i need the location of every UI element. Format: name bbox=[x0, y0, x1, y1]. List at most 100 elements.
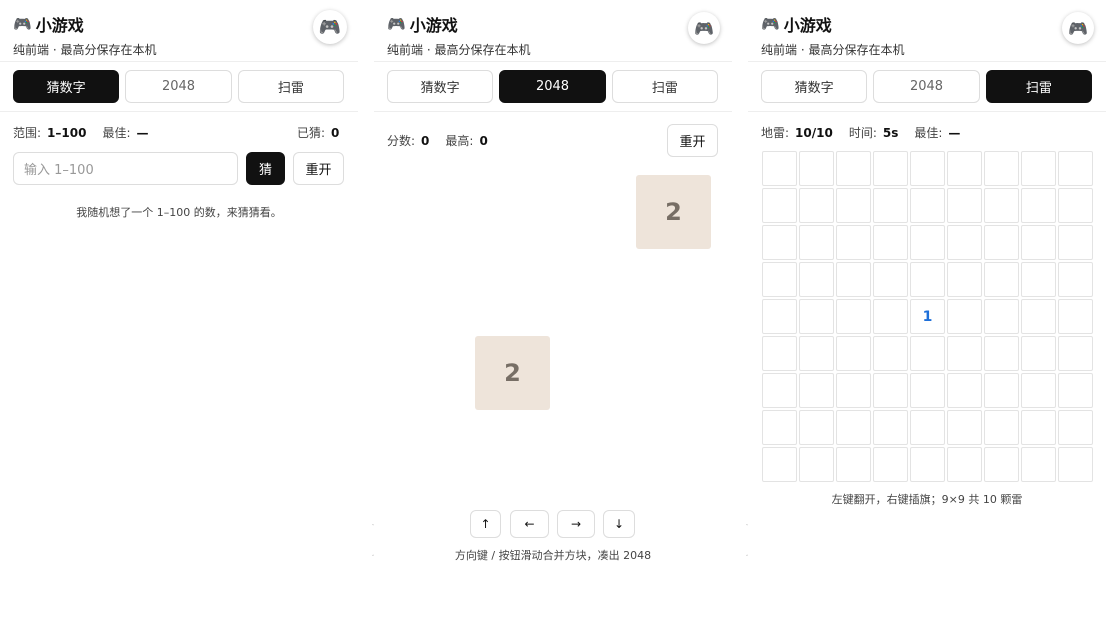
mine-cell[interactable] bbox=[873, 336, 908, 371]
mine-cell[interactable] bbox=[984, 336, 1019, 371]
arrow-left-button[interactable]: ← bbox=[510, 510, 549, 538]
mine-cell[interactable] bbox=[984, 373, 1019, 408]
mine-cell[interactable] bbox=[836, 262, 871, 297]
mine-cell[interactable] bbox=[1058, 447, 1093, 482]
mine-cell[interactable] bbox=[947, 151, 982, 186]
mine-cell[interactable] bbox=[984, 299, 1019, 334]
mine-cell[interactable] bbox=[910, 262, 945, 297]
arrow-up-button[interactable]: ↑ bbox=[470, 510, 501, 538]
mine-cell[interactable] bbox=[1021, 447, 1056, 482]
mine-cell[interactable] bbox=[1058, 151, 1093, 186]
mine-cell[interactable] bbox=[1058, 299, 1093, 334]
tab-guess-number[interactable]: 猜数字 bbox=[387, 70, 494, 103]
mine-cell[interactable] bbox=[836, 151, 871, 186]
mine-cell[interactable] bbox=[762, 410, 797, 445]
mine-cell[interactable] bbox=[873, 373, 908, 408]
mine-cell[interactable] bbox=[836, 447, 871, 482]
mine-cell[interactable] bbox=[799, 410, 834, 445]
mine-cell[interactable] bbox=[947, 225, 982, 260]
mine-cell[interactable] bbox=[1058, 225, 1093, 260]
tab-guess-number[interactable]: 猜数字 bbox=[761, 70, 868, 103]
mine-cell[interactable] bbox=[984, 188, 1019, 223]
mine-cell[interactable] bbox=[762, 262, 797, 297]
mine-cell[interactable] bbox=[799, 447, 834, 482]
mine-cell[interactable] bbox=[836, 225, 871, 260]
mine-cell[interactable] bbox=[984, 225, 1019, 260]
mine-cell[interactable] bbox=[947, 299, 982, 334]
mine-cell[interactable] bbox=[1058, 262, 1093, 297]
mine-cell[interactable] bbox=[799, 299, 834, 334]
mine-cell[interactable] bbox=[799, 373, 834, 408]
mine-cell[interactable] bbox=[1058, 410, 1093, 445]
mine-cell[interactable] bbox=[947, 262, 982, 297]
mine-cell[interactable] bbox=[910, 151, 945, 186]
mine-cell[interactable] bbox=[1021, 188, 1056, 223]
mine-cell[interactable] bbox=[1058, 373, 1093, 408]
mine-cell[interactable] bbox=[910, 225, 945, 260]
tab-minesweeper[interactable]: 扫雷 bbox=[237, 70, 344, 103]
mine-cell[interactable] bbox=[873, 262, 908, 297]
mine-cell[interactable] bbox=[1058, 188, 1093, 223]
mine-cell[interactable] bbox=[873, 299, 908, 334]
mine-cell[interactable] bbox=[1021, 151, 1056, 186]
mine-cell[interactable] bbox=[873, 225, 908, 260]
mine-cell[interactable] bbox=[1021, 225, 1056, 260]
mine-cell[interactable] bbox=[762, 447, 797, 482]
mine-cell[interactable] bbox=[947, 447, 982, 482]
mine-cell[interactable] bbox=[1021, 336, 1056, 371]
gamepad-fab-button[interactable]: 🎮 bbox=[1062, 12, 1094, 44]
mine-cell[interactable] bbox=[762, 188, 797, 223]
mine-cell[interactable] bbox=[910, 336, 945, 371]
mine-cell[interactable] bbox=[1021, 373, 1056, 408]
mine-cell[interactable] bbox=[873, 188, 908, 223]
mine-cell[interactable]: 1 bbox=[910, 299, 945, 334]
mine-cell[interactable] bbox=[873, 447, 908, 482]
mine-cell[interactable] bbox=[799, 336, 834, 371]
mine-cell[interactable] bbox=[836, 410, 871, 445]
mine-cell[interactable] bbox=[836, 299, 871, 334]
mine-cell[interactable] bbox=[762, 336, 797, 371]
mine-cell[interactable] bbox=[984, 447, 1019, 482]
mine-cell[interactable] bbox=[910, 373, 945, 408]
mine-cell[interactable] bbox=[762, 373, 797, 408]
tab-minesweeper[interactable]: 扫雷 bbox=[985, 70, 1092, 103]
gamepad-fab-button[interactable]: 🎮 bbox=[688, 12, 720, 44]
mine-cell[interactable] bbox=[1058, 336, 1093, 371]
mine-cell[interactable] bbox=[799, 225, 834, 260]
tab-2048[interactable]: 2048 bbox=[873, 70, 980, 103]
mine-cell[interactable] bbox=[762, 225, 797, 260]
mine-cell[interactable] bbox=[873, 410, 908, 445]
mine-cell[interactable] bbox=[836, 188, 871, 223]
guess-input[interactable]: 输入 1–100 bbox=[13, 152, 238, 185]
mine-cell[interactable] bbox=[910, 188, 945, 223]
restart-button[interactable]: 重开 bbox=[667, 124, 718, 157]
mine-cell[interactable] bbox=[947, 188, 982, 223]
mine-cell[interactable] bbox=[799, 188, 834, 223]
tab-guess-number[interactable]: 猜数字 bbox=[13, 70, 120, 103]
mine-cell[interactable] bbox=[799, 262, 834, 297]
mine-cell[interactable] bbox=[1021, 410, 1056, 445]
mine-cell[interactable] bbox=[984, 151, 1019, 186]
restart-button[interactable]: 重开 bbox=[293, 152, 344, 185]
mine-cell[interactable] bbox=[910, 410, 945, 445]
guess-button[interactable]: 猜 bbox=[246, 152, 285, 185]
tab-minesweeper[interactable]: 扫雷 bbox=[611, 70, 718, 103]
arrow-down-button[interactable]: ↓ bbox=[603, 510, 635, 538]
mine-cell[interactable] bbox=[947, 336, 982, 371]
mine-cell[interactable] bbox=[836, 373, 871, 408]
mine-cell[interactable] bbox=[799, 151, 834, 186]
mine-cell[interactable] bbox=[984, 262, 1019, 297]
mine-cell[interactable] bbox=[873, 151, 908, 186]
mine-cell[interactable] bbox=[1021, 299, 1056, 334]
arrow-right-button[interactable]: → bbox=[557, 510, 595, 538]
gamepad-fab-button[interactable]: 🎮 bbox=[313, 10, 347, 44]
mine-cell[interactable] bbox=[836, 336, 871, 371]
tab-2048[interactable]: 2048 bbox=[125, 70, 232, 103]
mine-cell[interactable] bbox=[947, 373, 982, 408]
mine-cell[interactable] bbox=[762, 299, 797, 334]
mine-cell[interactable] bbox=[910, 447, 945, 482]
mine-cell[interactable] bbox=[1021, 262, 1056, 297]
mine-cell[interactable] bbox=[762, 151, 797, 186]
mine-cell[interactable] bbox=[984, 410, 1019, 445]
mine-cell[interactable] bbox=[947, 410, 982, 445]
